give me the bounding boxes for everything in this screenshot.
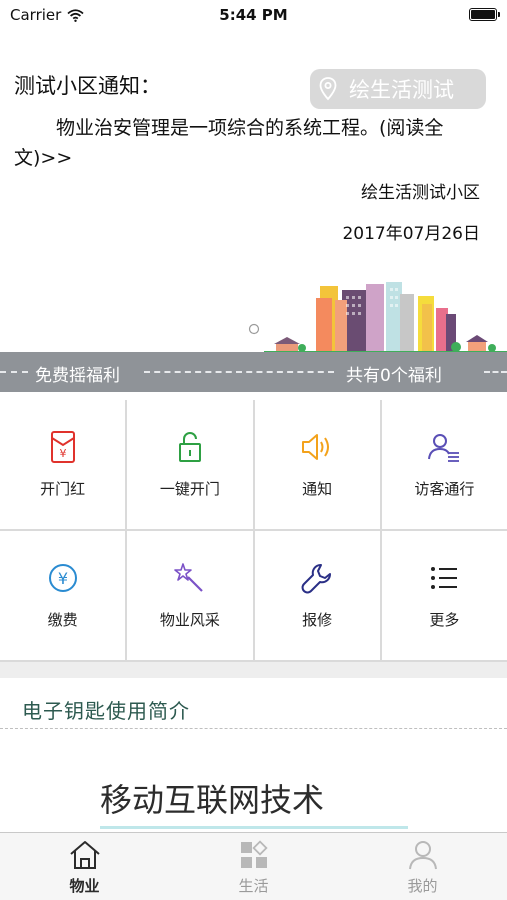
dash-divider (0, 371, 28, 373)
dashed-divider (0, 728, 507, 729)
intro-section-title: 电子钥匙使用简介 (22, 699, 190, 723)
svg-text:¥: ¥ (59, 447, 66, 460)
list-icon (427, 561, 461, 595)
unlock-icon (173, 430, 207, 464)
red-envelope-icon: ¥ (46, 430, 80, 464)
wrench-icon (300, 561, 334, 595)
service-label: 更多 (429, 611, 460, 629)
notice-body-link[interactable]: 物业治安管理是一项综合的系统工程。(阅读全文)>> (14, 113, 494, 173)
status-time: 5:44 PM (219, 6, 288, 24)
service-label: 开门红 (40, 480, 86, 498)
welfare-shake-bar[interactable]: 免费摇福利 共有0个福利 (0, 352, 507, 392)
service-label: 物业风采 (159, 611, 220, 629)
service-label: 缴费 (47, 611, 78, 629)
service-red-envelope[interactable]: ¥ 开门红 (0, 400, 126, 529)
tab-label: 物业 (69, 877, 100, 895)
dash-divider (144, 371, 334, 373)
tab-label: 生活 (238, 877, 269, 895)
service-repair[interactable]: 报修 (254, 531, 380, 660)
status-bar: Carrier 5:44 PM (0, 0, 507, 30)
speaker-icon (300, 430, 334, 464)
battery-tip (498, 12, 500, 17)
service-payment[interactable]: ¥ 缴费 (0, 531, 126, 660)
user-icon (408, 841, 437, 870)
service-grid: ¥ 开门红 一键开门 通知 访客通行 ¥ 缴费 物业风采 报修 更多 (0, 400, 507, 662)
magic-wand-icon (173, 561, 207, 595)
location-button[interactable]: 绘生活测试 (310, 69, 486, 109)
dash-divider (484, 371, 507, 373)
service-one-key-open[interactable]: 一键开门 (127, 400, 253, 529)
service-label: 一键开门 (159, 480, 220, 498)
free-welfare-label: 免费摇福利 (35, 366, 120, 386)
notice-signature: 绘生活测试小区 (361, 183, 480, 203)
service-label: 访客通行 (414, 480, 475, 498)
battery-icon (469, 8, 500, 21)
visitor-icon (427, 430, 461, 464)
tab-label: 我的 (407, 877, 438, 895)
section-divider (0, 662, 507, 678)
battery-level (471, 10, 495, 19)
tab-mine[interactable]: 我的 (338, 833, 507, 900)
apps-icon (240, 840, 268, 868)
bottom-tab-bar: 物业 生活 我的 (0, 832, 507, 900)
service-visitor[interactable]: 访客通行 (381, 400, 507, 529)
service-notice[interactable]: 通知 (254, 400, 380, 529)
intro-banner-text[interactable]: 移动互联网技术 (100, 775, 324, 821)
location-label: 绘生活测试 (349, 78, 454, 102)
svg-text:¥: ¥ (58, 569, 68, 588)
service-label: 通知 (302, 480, 333, 498)
service-more[interactable]: 更多 (381, 531, 507, 660)
banner-underline (100, 826, 408, 829)
service-property-style[interactable]: 物业风采 (127, 531, 253, 660)
notice-date: 2017年07月26日 (342, 224, 480, 244)
home-icon (69, 841, 100, 869)
service-label: 报修 (302, 611, 333, 629)
yuan-coin-icon: ¥ (46, 561, 80, 595)
tab-property[interactable]: 物业 (0, 833, 169, 900)
city-skyline-illustration (248, 282, 507, 353)
tab-life[interactable]: 生活 (169, 833, 338, 900)
welfare-count-label: 共有0个福利 (346, 366, 442, 386)
location-pin-icon (319, 77, 337, 101)
app-screen: Carrier 5:44 PM 测试小区通知： 绘生活测试 物业治安管理是一项综… (0, 0, 507, 900)
notice-title: 测试小区通知： (14, 74, 161, 98)
